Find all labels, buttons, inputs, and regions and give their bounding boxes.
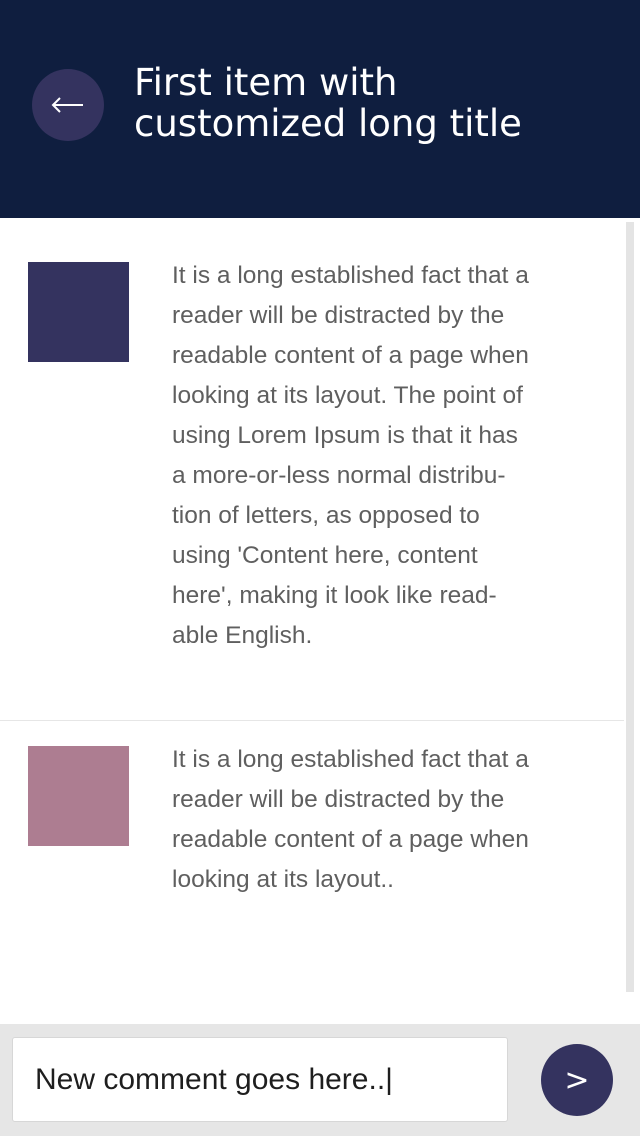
item-text-line: looking at its layout..: [172, 866, 394, 893]
item-thumbnail: [28, 262, 129, 362]
item-text-line: readable content of a page when: [172, 826, 529, 853]
item-text-line: looking at its layout. The point of: [172, 382, 523, 409]
comment-input[interactable]: [12, 1037, 508, 1122]
page-title: First item with customized long title: [134, 62, 614, 144]
item-text-line: here', making it look like read-: [172, 582, 497, 609]
item-text: It is a long established fact that a rea…: [172, 740, 602, 900]
item-text-line: readable content of a page when: [172, 342, 529, 369]
comment-list: It is a long established fact that a rea…: [0, 218, 640, 1024]
scrollbar[interactable]: [626, 222, 634, 992]
item-text-line: able English.: [172, 622, 313, 649]
list-item: It is a long established fact that a rea…: [0, 218, 624, 721]
item-text-line: tion of letters, as opposed to: [172, 502, 480, 529]
send-button[interactable]: >: [541, 1044, 613, 1116]
arrow-left-icon: [51, 97, 83, 113]
item-text-line: a more-or-less normal distribu-: [172, 462, 506, 489]
item-text-line: It is a long established fact that a: [172, 746, 529, 773]
send-icon: >: [564, 1062, 590, 1098]
item-text-line: reader will be distracted by the: [172, 302, 505, 329]
page-title-line-2: customized long title: [134, 102, 522, 145]
back-button[interactable]: [32, 69, 104, 141]
item-text: It is a long established fact that a rea…: [172, 256, 602, 656]
item-text-line: using Lorem Ipsum is that it has: [172, 422, 518, 449]
page-title-line-1: First item with: [134, 61, 398, 104]
item-text-line: using 'Content here, content: [172, 542, 478, 569]
item-text-line: It is a long established fact that a: [172, 262, 529, 289]
app-header: First item with customized long title: [0, 0, 640, 218]
item-text-line: reader will be distracted by the: [172, 786, 505, 813]
comment-composer: >: [0, 1024, 640, 1136]
item-thumbnail: [28, 746, 129, 846]
list-item: It is a long established fact that a rea…: [0, 722, 624, 1022]
